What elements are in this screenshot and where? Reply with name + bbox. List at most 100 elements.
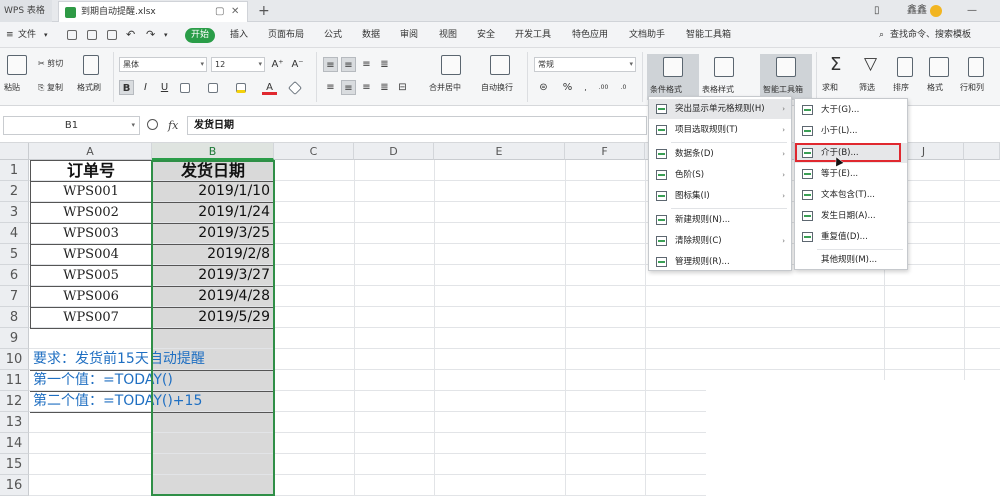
filter-button[interactable]: 筛选 xyxy=(859,82,875,93)
row-header[interactable]: 9 xyxy=(0,328,29,349)
formula-input[interactable]: 发货日期 xyxy=(187,116,647,135)
percent-button[interactable]: % xyxy=(560,80,575,95)
hamburger-icon[interactable]: ≡ xyxy=(6,22,14,48)
menu-tab-insert[interactable]: 插入 xyxy=(230,22,248,48)
menu-item-highlight-cell-rules[interactable]: 突出显示单元格规则(H) › xyxy=(649,99,791,119)
file-dropdown-icon[interactable]: ▾ xyxy=(44,22,48,48)
merge-center-icon[interactable] xyxy=(441,55,461,75)
submenu-item-more-rules[interactable]: 其他规则(M)... xyxy=(795,250,907,270)
paste-icon[interactable] xyxy=(7,55,27,75)
row-header[interactable]: 1 xyxy=(0,160,29,181)
align-right-button[interactable]: ≡ xyxy=(359,80,374,95)
column-header-f[interactable]: F xyxy=(565,143,645,160)
print-preview-icon[interactable] xyxy=(107,30,117,40)
menu-tab-special[interactable]: 特色应用 xyxy=(572,22,608,48)
row-header[interactable]: 16 xyxy=(0,475,29,496)
copy-button[interactable]: ⎘ 复制 xyxy=(38,82,63,93)
menu-tab-security[interactable]: 安全 xyxy=(477,22,495,48)
menu-tab-doc-assistant[interactable]: 文档助手 xyxy=(629,22,665,48)
format-icon[interactable] xyxy=(929,57,949,77)
row-header[interactable]: 5 xyxy=(0,244,29,265)
row-header[interactable]: 11 xyxy=(0,370,29,391)
name-box[interactable]: B1 ▾ xyxy=(3,116,140,135)
italic-button[interactable]: I xyxy=(138,80,153,95)
row-header[interactable]: 7 xyxy=(0,286,29,307)
align-center-button[interactable]: ≡ xyxy=(341,80,356,95)
menu-item-icon-sets[interactable]: 图标集(I) › xyxy=(649,186,791,206)
format-button[interactable]: 格式 xyxy=(927,82,943,93)
cell-order-id[interactable]: WPS005 xyxy=(30,265,152,286)
row-header[interactable]: 2 xyxy=(0,181,29,202)
menu-tab-review[interactable]: 审阅 xyxy=(400,22,418,48)
menu-tab-view[interactable]: 视图 xyxy=(439,22,457,48)
smart-toolbox-icon[interactable] xyxy=(776,57,796,77)
undo-icon[interactable]: ↶ xyxy=(126,22,135,48)
submenu-item-text-contains[interactable]: 文本包含(T)... xyxy=(795,185,907,205)
cell-order-id[interactable]: WPS006 xyxy=(30,286,152,307)
print-icon[interactable] xyxy=(87,30,97,40)
fill-color-icon[interactable] xyxy=(236,83,246,93)
merge-center-label[interactable]: 合并居中 xyxy=(429,82,461,93)
column-header-b[interactable]: B xyxy=(152,143,274,160)
save-icon[interactable] xyxy=(67,30,77,40)
conditional-format-icon[interactable] xyxy=(663,57,683,77)
document-tab[interactable]: 到期自动提醒.xlsx ▢ ✕ xyxy=(58,1,248,22)
thousands-button[interactable]: , xyxy=(578,80,593,95)
new-tab-button[interactable]: + xyxy=(258,0,270,22)
cell-style-icon[interactable] xyxy=(208,83,218,93)
quick-access-dropdown-icon[interactable]: ▾ xyxy=(164,22,168,48)
row-header[interactable]: 15 xyxy=(0,454,29,475)
row-header[interactable]: 12 xyxy=(0,391,29,412)
orientation-button[interactable]: ≣ xyxy=(377,57,392,72)
menu-item-color-scales[interactable]: 色阶(S) › xyxy=(649,165,791,185)
menu-item-clear-rules[interactable]: 清除规则(C) › xyxy=(649,231,791,251)
cell-order-id[interactable]: WPS002 xyxy=(30,202,152,223)
row-header[interactable]: 4 xyxy=(0,223,29,244)
align-left-button[interactable]: ≡ xyxy=(323,80,338,95)
submenu-item-date-occurring[interactable]: 发生日期(A)... xyxy=(795,206,907,226)
sort-icon[interactable] xyxy=(897,57,913,77)
close-tab-icon[interactable]: ✕ xyxy=(231,2,239,22)
sort-button[interactable]: 排序 xyxy=(893,82,909,93)
app-tab[interactable]: WPS 表格 xyxy=(0,0,52,22)
column-header-d[interactable]: D xyxy=(354,143,434,160)
restore-icon[interactable]: ▢ xyxy=(215,2,224,22)
cut-button[interactable]: ✂ 剪切 xyxy=(38,58,63,69)
rows-cols-icon[interactable] xyxy=(968,57,984,77)
auto-wrap-label[interactable]: 自动换行 xyxy=(481,82,513,93)
eraser-icon[interactable] xyxy=(287,80,303,96)
user-avatar-icon[interactable] xyxy=(930,5,942,17)
zoom-icon[interactable] xyxy=(147,119,158,130)
column-header-c[interactable]: C xyxy=(274,143,354,160)
align-middle-button[interactable]: ≡ xyxy=(341,57,356,72)
auto-wrap-icon[interactable] xyxy=(490,55,510,75)
font-size-select[interactable]: 12 ▾ xyxy=(211,57,265,72)
increase-decimal-button[interactable]: .00 xyxy=(596,80,611,95)
font-shrink-button[interactable]: A⁻ xyxy=(290,57,305,72)
sum-button[interactable]: 求和 xyxy=(822,82,838,93)
conditional-format-button[interactable]: 条件格式 xyxy=(650,84,682,95)
menu-tab-home[interactable]: 开始 xyxy=(185,28,216,43)
decrease-decimal-button[interactable]: .0 xyxy=(616,80,631,95)
row-header[interactable]: 10 xyxy=(0,349,29,370)
menu-tab-page-layout[interactable]: 页面布局 xyxy=(268,22,304,48)
submenu-item-less-than[interactable]: 小于(L)... xyxy=(795,121,907,141)
user-name[interactable]: 鑫鑫 xyxy=(907,0,927,22)
cell-order-id[interactable]: WPS001 xyxy=(30,181,152,202)
menu-tab-smart-toolbox[interactable]: 智能工具箱 xyxy=(686,22,731,48)
menu-tab-developer[interactable]: 开发工具 xyxy=(515,22,551,48)
column-header-a[interactable]: A xyxy=(29,143,152,160)
submenu-item-greater-than[interactable]: 大于(G)... xyxy=(795,100,907,120)
sum-icon[interactable]: Σ xyxy=(830,54,841,75)
menu-item-top-bottom-rules[interactable]: 项目选取规则(T) › xyxy=(649,120,791,140)
column-header-e[interactable]: E xyxy=(434,143,565,160)
cell-order-id[interactable]: WPS004 xyxy=(30,244,152,265)
format-painter-icon[interactable] xyxy=(83,55,99,75)
row-header[interactable]: 8 xyxy=(0,307,29,328)
window-mode-icon[interactable]: ▯ xyxy=(874,0,880,22)
menu-tab-formulas[interactable]: 公式 xyxy=(324,22,342,48)
distributed-button[interactable]: ⊟ xyxy=(395,80,410,95)
bold-button[interactable]: B xyxy=(119,80,134,95)
column-header-k[interactable] xyxy=(964,143,1000,160)
menu-tab-data[interactable]: 数据 xyxy=(362,22,380,48)
